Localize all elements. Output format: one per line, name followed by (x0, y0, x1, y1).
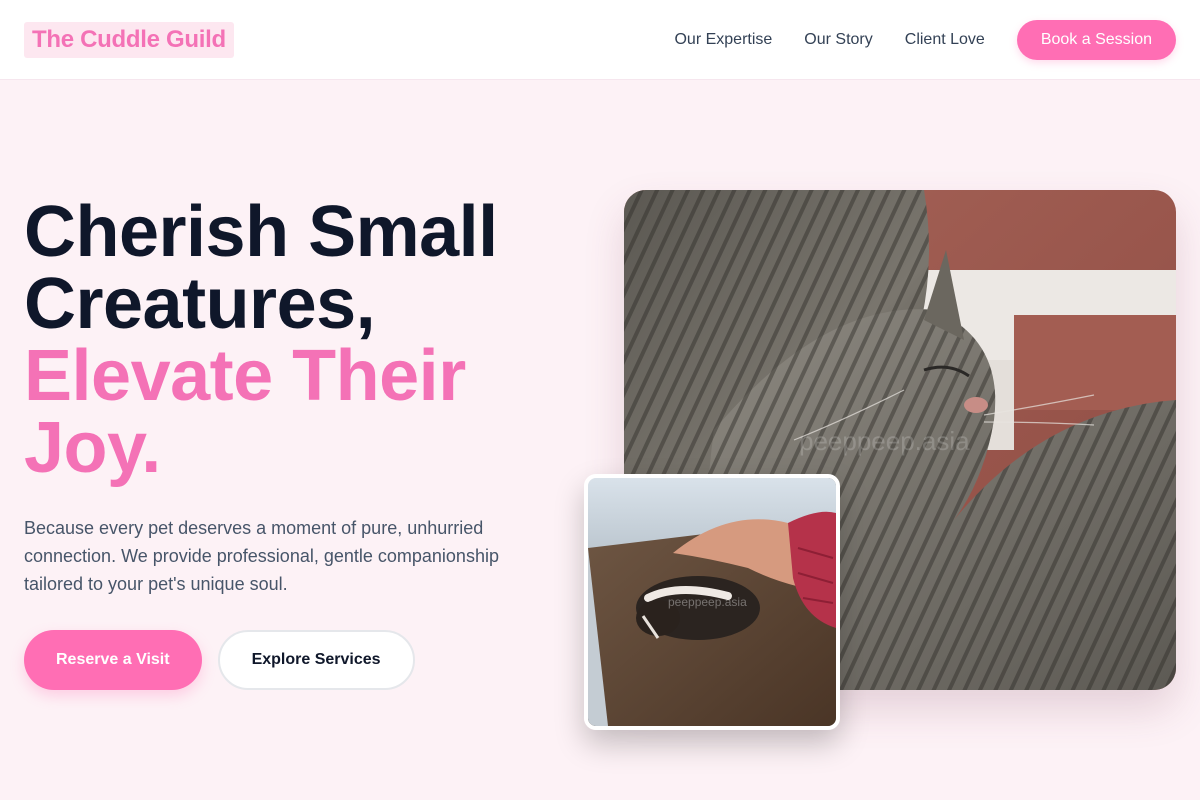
reserve-visit-button[interactable]: Reserve a Visit (24, 630, 202, 690)
nav-link-client-love[interactable]: Client Love (905, 31, 985, 49)
skunk-petting-photo: peeppeep.asia (584, 474, 840, 730)
nav-link-our-expertise[interactable]: Our Expertise (674, 31, 772, 49)
brand-logo[interactable]: The Cuddle Guild (24, 21, 234, 58)
inset-photo-watermark: peeppeep.asia (668, 595, 747, 609)
hero-buttons: Reserve a Visit Explore Services (24, 630, 584, 690)
book-session-button[interactable]: Book a Session (1016, 19, 1176, 60)
headline-accent-1: Elevate Their (24, 336, 466, 416)
hero-headline: Cherish Small Creatures, Elevate Their J… (24, 196, 584, 484)
top-navbar: The Cuddle Guild Our Expertise Our Story… (0, 0, 1200, 80)
hero-subtext: Because every pet deserves a moment of p… (24, 518, 499, 594)
skunk-photo-illustration: peeppeep.asia (588, 478, 836, 726)
main-nav: Our Expertise Our Story Client Love Book… (642, 19, 1176, 60)
hero-section: Cherish Small Creatures, Elevate Their J… (24, 196, 584, 690)
headline-line-2: Creatures, (24, 264, 376, 344)
explore-services-button[interactable]: Explore Services (217, 630, 415, 690)
main-photo-watermark: peeppeep.asia (799, 426, 970, 456)
nav-link-our-story[interactable]: Our Story (804, 31, 872, 49)
headline-line-1: Cherish Small (24, 192, 498, 272)
headline-accent-2: Joy. (24, 408, 161, 488)
